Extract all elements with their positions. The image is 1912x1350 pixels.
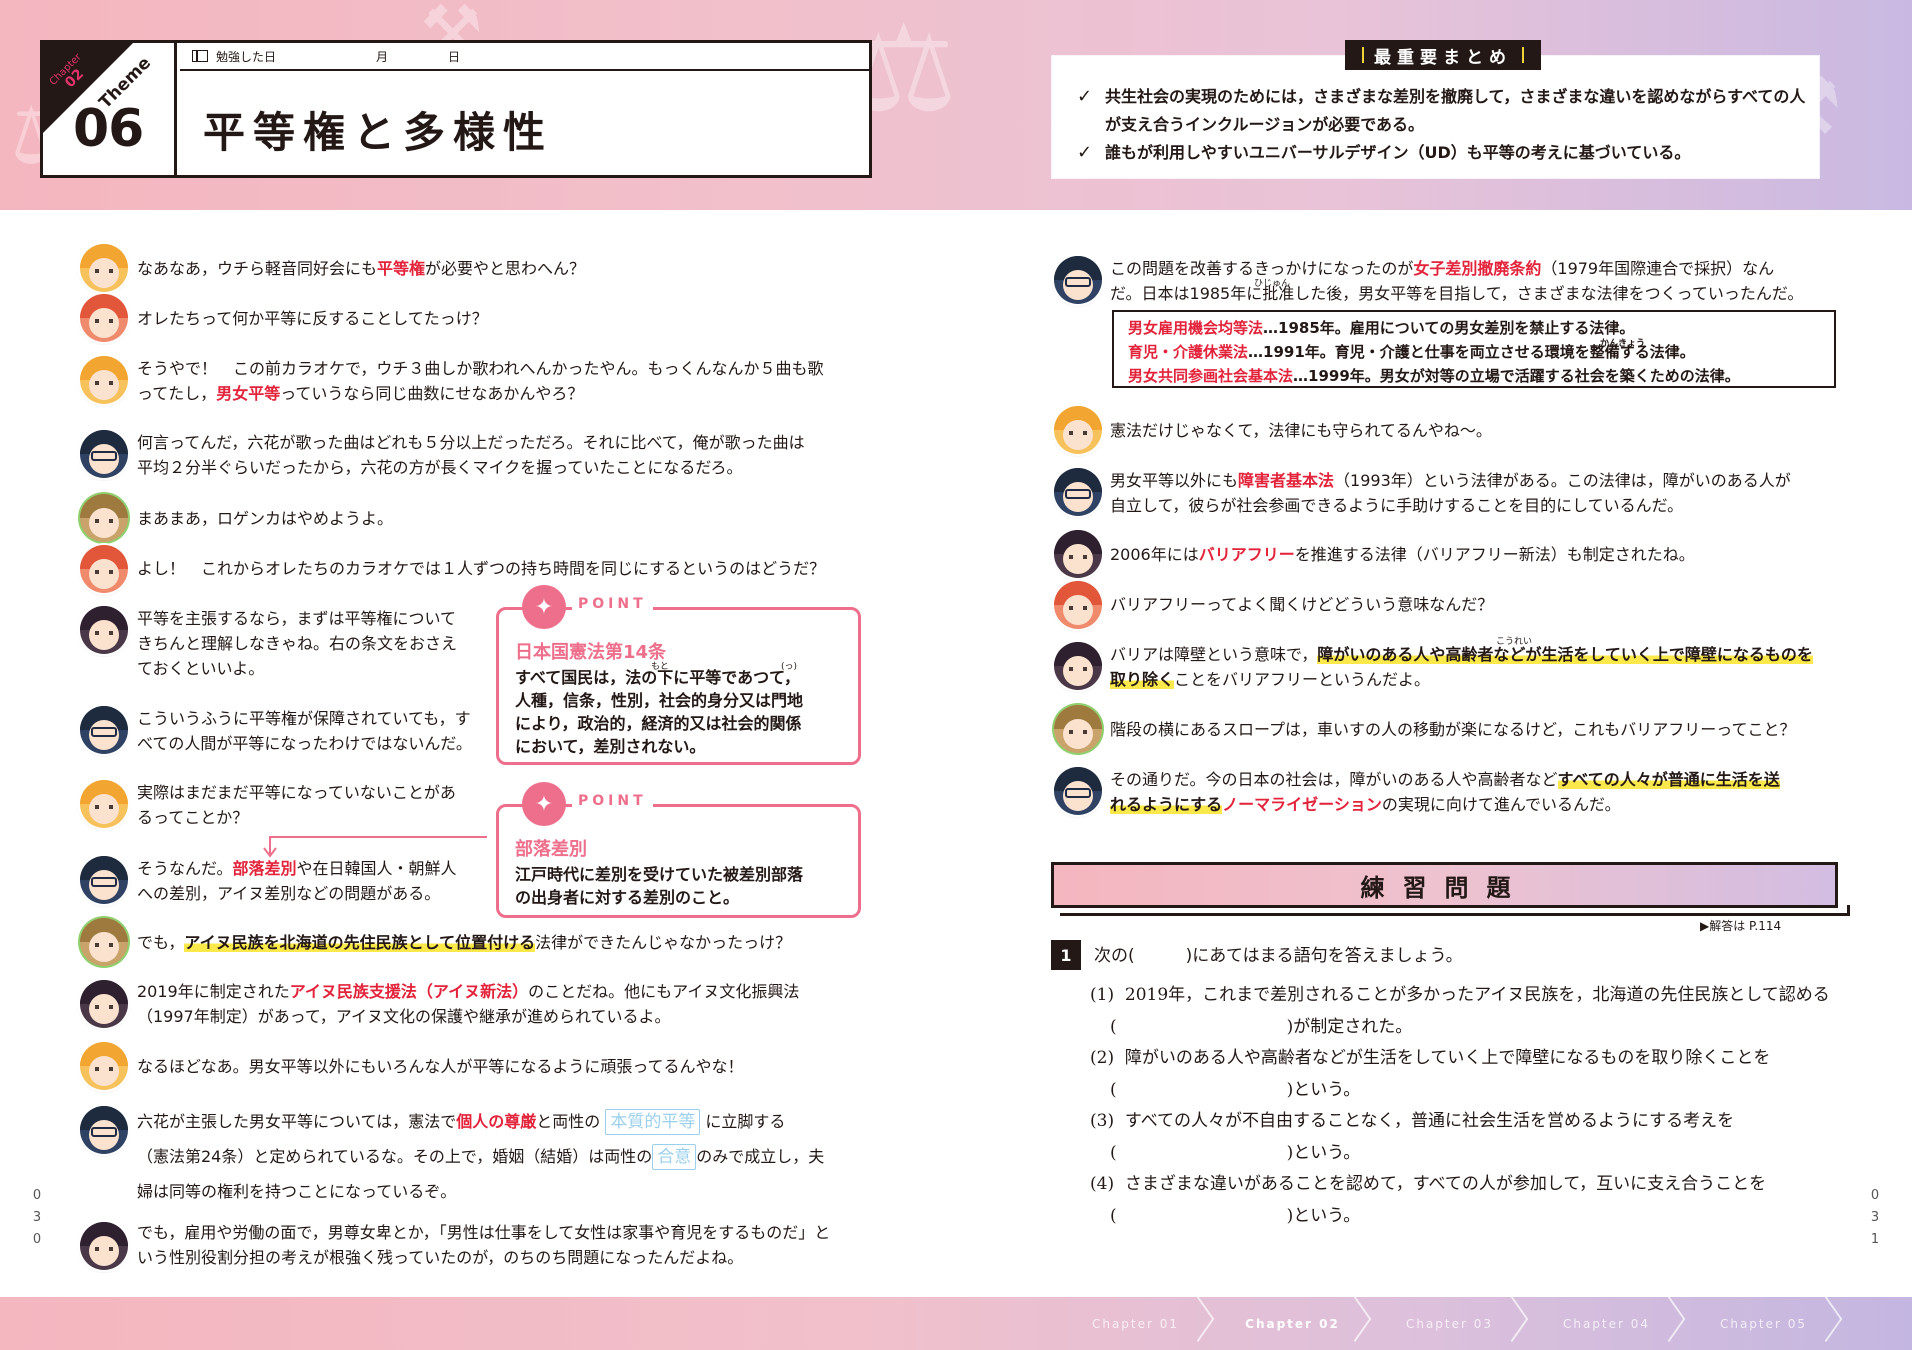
avatar-boy-glasses bbox=[1054, 468, 1102, 516]
avatar-girl-dark bbox=[80, 1222, 128, 1270]
check-icon: ✓ bbox=[1077, 142, 1093, 163]
summary-item: ✓ 誰もが利用しやすいユニバーサルデザイン（UD）も平等の考えに基づいている。 bbox=[1077, 139, 1807, 167]
pin-icon: ✦ bbox=[522, 782, 566, 826]
question-lead: 次の( )にあてはまる語句を答えましょう。 bbox=[1094, 946, 1463, 966]
avatar-boy-brown bbox=[80, 918, 128, 966]
notebook-icon bbox=[192, 50, 208, 62]
page-title: 平等権と多様性 bbox=[203, 108, 554, 157]
answer-blank[interactable]: ( )という。 bbox=[1090, 1206, 1360, 1226]
dialogue-line: まあまあ，ロゲンカはやめようよ。 bbox=[137, 509, 394, 528]
chapter-nav-item[interactable]: Chapter 05 bbox=[1685, 1297, 1842, 1350]
avatar-girl-blonde bbox=[1054, 406, 1102, 454]
dialogue-line: 2006年にはバリアフリーを推進する法律（バリアフリー新法）も制定されたね。 bbox=[1110, 545, 1695, 564]
point-label: POINT bbox=[572, 596, 653, 612]
summary-box: ✓ 共生社会の実現のためには，さまざまな差別を撤廃して，さまざまな違いを認めなが… bbox=[1052, 56, 1819, 178]
dialogue-line: 六花が主張した男女平等については，憲法で個人の尊厳と両性の 本質的平等 に立脚す… bbox=[137, 1104, 824, 1209]
chapter-nav-item[interactable]: Chapter 04 bbox=[1528, 1297, 1685, 1350]
avatar-girl-blonde bbox=[80, 244, 128, 292]
check-icon: ✓ bbox=[1077, 86, 1093, 107]
question-item: (3) すべての人々が不自由することなく，普通に社会生活を営めるようにする考えを… bbox=[1090, 1111, 1735, 1163]
avatar-boy-glasses bbox=[1054, 767, 1102, 815]
avatar-boy-red bbox=[80, 545, 128, 593]
title-box: Chapter 02 Theme 06 勉強した日 月 日 平等権と多様性 bbox=[40, 40, 872, 178]
theme-number: 06 bbox=[73, 99, 144, 159]
pin-icon: ✦ bbox=[522, 585, 566, 629]
avatar-girl-dark bbox=[1054, 530, 1102, 578]
question-item: (1) 2019年，これまで差別されることが多かったアイヌ民族を，北海道の先住民… bbox=[1090, 985, 1830, 1037]
summary-heading: 最重要まとめ bbox=[1345, 40, 1541, 70]
chapter-nav-item[interactable]: Chapter 01 bbox=[1057, 1297, 1214, 1350]
avatar-girl-blonde bbox=[80, 356, 128, 404]
dialogue-line: 実際はまだまだ平等になっていないことがあ るってことか？ bbox=[137, 783, 456, 827]
avatar-boy-red bbox=[1054, 581, 1102, 629]
point-arrow bbox=[263, 836, 487, 858]
question-item: (2) 障がいのある人や高齢者などが生活をしていく上で障壁になるものを取り除くこ… bbox=[1090, 1048, 1771, 1100]
dialogue-line: バリアフリーってよく聞くけどどういう意味なんだ？ bbox=[1110, 595, 1494, 614]
chapter-nav-item-active[interactable]: Chapter 02 bbox=[1214, 1297, 1371, 1350]
avatar-girl-dark bbox=[80, 980, 128, 1028]
avatar-girl-dark bbox=[1054, 642, 1102, 690]
avatar-boy-glasses bbox=[80, 1106, 128, 1154]
point-box-constitution: 日本国憲法第14条 もと (っ) すべて国民は，法の下に平等であつて， 人種，信条… bbox=[496, 607, 861, 765]
point-label: POINT bbox=[572, 793, 653, 809]
dialogue-line: よし！ これからオレたちのカラオケでは１人ずつの持ち時間を同じにするというのはど… bbox=[137, 559, 826, 578]
avatar-boy-glasses bbox=[1054, 256, 1102, 304]
avatar-boy-red bbox=[80, 294, 128, 342]
answer-reference: ▶解答は P.114 bbox=[1700, 919, 1782, 933]
dialogue-line: なあなあ，ウチら軽音同好会にも平等権が必要やと思わへん？ bbox=[137, 259, 586, 278]
page-number-right: 031 bbox=[1870, 1188, 1880, 1247]
dialogue-line: こういうふうに平等権が保障されていても，す べての人間が平等になったわけではないん… bbox=[137, 709, 472, 753]
dialogue-line: そうやで！ この前カラオケで，ウチ３曲しか歌われへんかったやん。もっくんなんか５… bbox=[137, 359, 824, 403]
law-item: 男女共同参画社会基本法…1999年。男女が対等の立場で活躍する社会を築くための法… bbox=[1128, 367, 1740, 385]
dialogue-line: 何言ってんだ，六花が歌った曲はどれも５分以上だっただろ。それに比べて，俺が歌った… bbox=[137, 433, 805, 477]
law-list-box: かんきょう 男女雇用機会均等法…1985年。雇用についての男女差別を禁止する法律… bbox=[1112, 310, 1836, 388]
dialogue-line: 男女平等以外にも障害者基本法（1993年）という法律がある。この法律は，障がいの… bbox=[1110, 471, 1791, 515]
avatar-boy-glasses bbox=[80, 706, 128, 754]
dialogue-line: オレたちって何か平等に反することしてたっけ？ bbox=[137, 309, 488, 328]
avatar-boy-brown bbox=[80, 494, 128, 542]
blank-box: 合意 bbox=[652, 1144, 697, 1170]
avatar-boy-glasses bbox=[80, 856, 128, 904]
answer-blank[interactable]: ( )が制定された。 bbox=[1090, 1017, 1412, 1037]
dialogue-line: その通りだ。今の日本の社会は，障がいのある人や高齢者などすべての人々が普通に生活… bbox=[1110, 770, 1780, 814]
dialogue-line: 憲法だけじゃなくて，法律にも守られてるんやね～。 bbox=[1110, 421, 1492, 440]
theme-cell: Chapter 02 Theme 06 bbox=[43, 43, 177, 175]
law-item: 育児・介護休業法…1991年。育児・介護と仕事を両立させる環境を整備する法律。 bbox=[1128, 343, 1695, 361]
dialogue-line: そうなんだ。部落差別や在日韓国人・朝鮮人 への差別，アイヌ差別などの問題がある。 bbox=[137, 859, 457, 903]
dialogue-line: でも，アイヌ民族を北海道の先住民族として位置付ける法律ができたんじゃなかったっけ… bbox=[137, 933, 792, 952]
blank-box: 本質的平等 bbox=[605, 1109, 701, 1135]
dialogue-line: なるほどなあ。男女平等以外にもいろんな人が平等になるように頑張ってるんやな！ bbox=[137, 1057, 744, 1076]
dialogue-line: この問題を改善するきっかけになったのが女子差別撤廃条約（1979年国際連合で採択… bbox=[1110, 259, 1804, 303]
page-number-left: 030 bbox=[32, 1188, 42, 1247]
avatar-boy-glasses bbox=[80, 430, 128, 478]
answer-blank[interactable]: ( )という。 bbox=[1090, 1080, 1360, 1100]
dialogue-line: 階段の横にあるスロープは，車いすの人の移動が楽になるけど，これもバリアフリーって… bbox=[1110, 720, 1796, 739]
study-date-row: 勉強した日 月 日 bbox=[180, 43, 869, 71]
dialogue-line: バリアは障壁という意味で，障がいのある人や高齢者などが生活をしていく上で障壁にな… bbox=[1110, 645, 1813, 689]
dialogue-line: 2019年に制定されたアイヌ民族支援法（アイヌ新法）のことだね。他にもアイヌ文化… bbox=[137, 982, 800, 1026]
point-body: 江戸時代に差別を受けていた被差別部落 の出身者に対する差別のこと。 bbox=[515, 865, 804, 907]
avatar-girl-dark bbox=[80, 606, 128, 654]
point-body: すべて国民は，法の下に平等であつて， 人種，信条，性別，社会的身分又は門地 により，… bbox=[515, 668, 804, 756]
point-title: 部落差別 bbox=[515, 839, 587, 860]
dialogue-line: 平等を主張するなら，まずは平等権について きちんと理解しなきゃね。右の条文をおさえ… bbox=[137, 609, 458, 678]
point-title: 日本国憲法第14条 bbox=[515, 642, 667, 663]
avatar-girl-blonde bbox=[80, 780, 128, 828]
avatar-girl-blonde bbox=[80, 1042, 128, 1090]
question-item: (4) さまざまな違いがあることを認めて，すべての人が参加して，互いに支え合うこ… bbox=[1090, 1174, 1767, 1226]
dialogue-line: でも，雇用や労働の面で，男尊女卑とか，「男性は仕事をして女性は家事や育児をするも… bbox=[137, 1223, 831, 1267]
summary-item: ✓ 共生社会の実現のためには，さまざまな差別を撤廃して，さまざまな違いを認めなが… bbox=[1077, 83, 1807, 139]
law-item: 男女雇用機会均等法…1985年。雇用についての男女差別を禁止する法律。 bbox=[1128, 319, 1635, 337]
footer-band: Chapter 01 Chapter 02 Chapter 03 Chapter… bbox=[0, 1297, 1912, 1350]
answer-blank[interactable]: ( )という。 bbox=[1090, 1143, 1360, 1163]
chapter-nav: Chapter 01 Chapter 02 Chapter 03 Chapter… bbox=[1057, 1297, 1842, 1350]
question-number: 1 bbox=[1051, 940, 1081, 970]
chapter-nav-item[interactable]: Chapter 03 bbox=[1371, 1297, 1528, 1350]
avatar-boy-brown bbox=[1054, 705, 1102, 753]
practice-heading: 練習問題 bbox=[1051, 862, 1850, 916]
